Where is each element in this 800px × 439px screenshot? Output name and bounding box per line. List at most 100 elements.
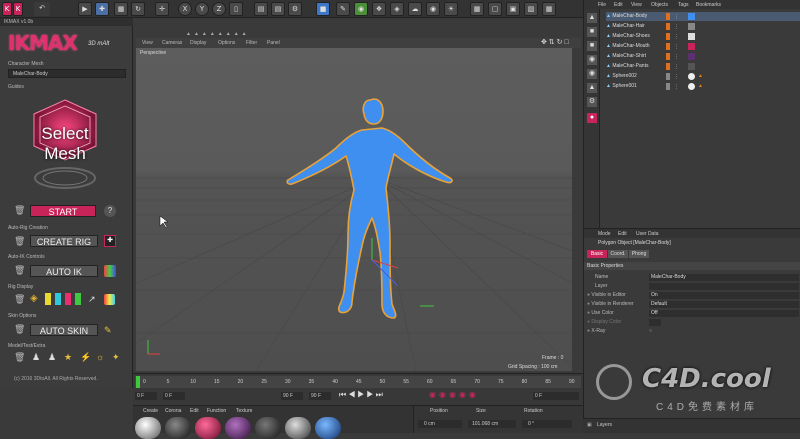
- om-tool-icon-2[interactable]: ■: [587, 27, 597, 37]
- subdivision-icon[interactable]: ◉: [354, 2, 368, 16]
- trash-icon[interactable]: 🗑: [14, 237, 25, 247]
- rotation-h-field[interactable]: 0 °: [522, 420, 572, 428]
- om-menu-objects[interactable]: Objects: [651, 2, 668, 8]
- visibility-dots[interactable]: ⋮: [674, 13, 679, 22]
- material-tag[interactable]: [688, 23, 695, 30]
- grid-icon[interactable]: ▦: [542, 2, 556, 16]
- xray-checkbox[interactable]: ○: [649, 327, 652, 335]
- mat-menu-function[interactable]: Function: [207, 408, 226, 414]
- coord-system-icon[interactable]: ▯: [229, 2, 243, 16]
- object-row[interactable]: ▲ MaleChar-Pants ⋮: [606, 62, 800, 71]
- object-row[interactable]: ▲ Sphere002 ⋮ ▲: [606, 72, 800, 81]
- object-row[interactable]: ▲ MaleChar-Shirt ⋮: [606, 52, 800, 61]
- color-swatch-pink[interactable]: [65, 293, 71, 305]
- attr-menu-user-data[interactable]: User Data: [636, 231, 659, 237]
- layers-icon[interactable]: ▣: [587, 422, 592, 428]
- viewport-menu-options[interactable]: Options: [218, 40, 235, 46]
- material-tag[interactable]: [688, 33, 695, 40]
- undo-icon[interactable]: ↶: [34, 2, 50, 16]
- attr-layer-field[interactable]: [649, 283, 799, 290]
- material-tag[interactable]: [688, 53, 695, 60]
- walk-icon[interactable]: ⚡: [80, 352, 91, 363]
- material-tag[interactable]: [688, 63, 695, 70]
- workplane-icon[interactable]: ▨: [524, 2, 538, 16]
- trash-icon[interactable]: 🗑: [14, 266, 25, 276]
- figure-icon[interactable]: ♟: [32, 352, 43, 363]
- object-row[interactable]: ▲ MaleChar-Body ⋮: [606, 12, 800, 21]
- camera-icon[interactable]: ◉: [426, 2, 440, 16]
- array-icon[interactable]: ❖: [372, 2, 386, 16]
- material-swatch-pink[interactable]: [195, 417, 221, 439]
- create-rig-button[interactable]: CREATE RIG: [30, 235, 98, 247]
- axis-z-button[interactable]: Z: [212, 2, 226, 16]
- om-menu-file[interactable]: File: [598, 2, 606, 8]
- visibility-dots[interactable]: ⋮: [674, 23, 679, 32]
- character-mesh-field[interactable]: MaleChar-Body: [8, 69, 126, 78]
- size-x-field[interactable]: 101.068 cm: [468, 420, 516, 428]
- cube-display-icon[interactable]: ◈: [30, 293, 40, 305]
- mat-menu-create[interactable]: Create: [143, 408, 158, 414]
- radio-icon[interactable]: ●: [587, 310, 590, 316]
- radio-icon[interactable]: ●: [587, 301, 590, 307]
- material-swatch-dark[interactable]: [255, 417, 281, 439]
- om-tool-icon-8[interactable]: ●: [587, 113, 597, 123]
- material-tag[interactable]: [688, 43, 695, 50]
- om-tool-icon-4[interactable]: ◉: [587, 55, 597, 65]
- axis-x-button[interactable]: X: [178, 2, 192, 16]
- tab-phong[interactable]: Phong: [629, 250, 649, 258]
- trash-icon[interactable]: 🗑: [14, 325, 25, 335]
- select-mesh-button[interactable]: Select Mesh: [24, 96, 106, 194]
- ikmax-icon[interactable]: K: [13, 2, 23, 16]
- object-row[interactable]: ▲ MaleChar-Shoes ⋮: [606, 32, 800, 41]
- material-swatch-purple[interactable]: [225, 417, 251, 439]
- auto-skin-button[interactable]: AUTO SKIN: [30, 324, 98, 336]
- display-icon[interactable]: ▢: [488, 2, 502, 16]
- snap-icon[interactable]: ▣: [506, 2, 520, 16]
- start-button[interactable]: START: [30, 205, 96, 217]
- color-swatch-green[interactable]: [75, 293, 81, 305]
- om-menu-view[interactable]: View: [631, 2, 642, 8]
- object-row[interactable]: ▲ MaleChar-Mouth ⋮: [606, 42, 800, 51]
- mat-menu-edit[interactable]: Edit: [190, 408, 199, 414]
- layout-icon[interactable]: ▦: [470, 2, 484, 16]
- live-select-icon[interactable]: ▶: [78, 2, 92, 16]
- help-button[interactable]: ?: [104, 205, 116, 217]
- trash-icon[interactable]: 🗑: [14, 353, 25, 363]
- min-frame-field[interactable]: 0 F: [163, 392, 185, 400]
- viewport-menu-view[interactable]: View: [142, 40, 153, 46]
- viewport-menu-filter[interactable]: Filter: [246, 40, 257, 46]
- attr-name-field[interactable]: MaleChar-Body: [649, 274, 799, 281]
- viewport-menu-panel[interactable]: Panel: [267, 40, 280, 46]
- object-row[interactable]: ▲ Sphere001 ⋮ ▲: [606, 82, 800, 91]
- palette-icon[interactable]: [104, 294, 115, 305]
- scale-icon[interactable]: ▦: [114, 2, 128, 16]
- auto-ik-button[interactable]: AUTO IK: [30, 265, 98, 277]
- attr-menu-mode[interactable]: Mode: [598, 231, 611, 237]
- jump-icon[interactable]: ☼: [96, 352, 107, 363]
- color-swatch-yellow[interactable]: [45, 293, 51, 305]
- color-swatch-cyan[interactable]: [55, 293, 61, 305]
- object-row[interactable]: ▲ MaleChar-Hair ⋮: [606, 22, 800, 31]
- om-tool-icon-3[interactable]: ■: [587, 41, 597, 51]
- rotate-icon[interactable]: ↻: [131, 2, 145, 16]
- om-menu-edit[interactable]: Edit: [614, 2, 623, 8]
- pen-icon[interactable]: ✎: [336, 2, 350, 16]
- render-view-icon[interactable]: ▤: [254, 2, 268, 16]
- om-menu-bookmarks[interactable]: Bookmarks: [696, 2, 721, 8]
- om-menu-tags[interactable]: Tags: [678, 2, 689, 8]
- light-icon[interactable]: ☀: [444, 2, 458, 16]
- scene-icon[interactable]: ☁: [408, 2, 422, 16]
- move-icon[interactable]: ✚: [95, 2, 109, 16]
- radio-icon[interactable]: ●: [587, 319, 590, 325]
- tpose-icon[interactable]: ♟: [48, 352, 59, 363]
- material-swatch-blue[interactable]: [315, 417, 341, 439]
- playback-controls[interactable]: ⏮◀▶▶⏭: [339, 390, 419, 402]
- tab-coord[interactable]: Coord.: [608, 250, 628, 258]
- radio-icon[interactable]: ●: [587, 292, 590, 298]
- position-x-field[interactable]: 0 cm: [418, 420, 462, 428]
- visibility-dots[interactable]: ⋮: [674, 83, 679, 92]
- material-tag[interactable]: [688, 13, 695, 20]
- viewport-menu-cameras[interactable]: Cameras: [162, 40, 182, 46]
- rig-options-icon[interactable]: ✚: [104, 235, 116, 247]
- ik-color-icon[interactable]: [104, 265, 116, 277]
